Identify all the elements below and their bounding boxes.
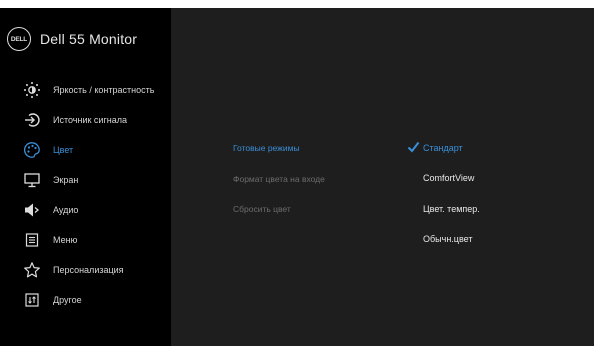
sidebar-item-label: Цвет bbox=[53, 145, 74, 155]
osd-header: DELL Dell 55 Monitor bbox=[7, 25, 137, 53]
submenu-item-input-color-format[interactable]: Формат цвета на входе bbox=[233, 174, 325, 184]
brightness-icon bbox=[23, 81, 41, 99]
submenu-item-reset-color[interactable]: Сбросить цвет bbox=[233, 204, 291, 214]
sidebar-item-label: Меню bbox=[53, 235, 78, 245]
sidebar-item-brightness[interactable]: Яркость / контрастность bbox=[0, 75, 171, 105]
sidebar-item-label: Другое bbox=[53, 295, 82, 305]
sidebar-item-color[interactable]: Цвет bbox=[0, 135, 171, 165]
sidebar-item-label: Персонализация bbox=[53, 265, 124, 275]
speaker-icon bbox=[23, 201, 41, 219]
option-color-temp[interactable]: Цвет. темпер. bbox=[423, 204, 480, 214]
sidebar-item-label: Источник сигнала bbox=[53, 115, 127, 125]
option-comfortview[interactable]: ComfortView bbox=[423, 173, 474, 183]
sidebar-item-label: Экран bbox=[53, 175, 79, 185]
sidebar-item-input-source[interactable]: Источник сигнала bbox=[0, 105, 171, 135]
option-standard[interactable]: Стандарт bbox=[423, 143, 463, 153]
input-source-icon bbox=[23, 111, 41, 129]
other-icon bbox=[23, 291, 41, 309]
sidebar-item-label: Аудио bbox=[53, 205, 79, 215]
option-custom-color[interactable]: Обычн.цвет bbox=[423, 234, 472, 244]
star-icon bbox=[23, 261, 41, 279]
sidebar-item-display[interactable]: Экран bbox=[0, 165, 171, 195]
sidebar-item-personalize[interactable]: Персонализация bbox=[0, 255, 171, 285]
submenu-item-preset-modes[interactable]: Готовые режимы bbox=[233, 143, 300, 153]
dell-logo: DELL bbox=[7, 27, 31, 51]
sidebar-item-others[interactable]: Другое bbox=[0, 285, 171, 315]
sidebar-item-audio[interactable]: Аудио bbox=[0, 195, 171, 225]
sidebar-item-menu[interactable]: Меню bbox=[0, 225, 171, 255]
sidebar-item-label: Яркость / контрастность bbox=[53, 85, 155, 95]
display-icon bbox=[23, 171, 41, 189]
palette-icon bbox=[23, 141, 41, 159]
sidebar: DELL Dell 55 Monitor Яркость / контрастн… bbox=[0, 8, 171, 346]
osd-window: DELL Dell 55 Monitor Яркость / контрастн… bbox=[0, 8, 594, 346]
checkmark-icon bbox=[407, 141, 420, 153]
menu-icon bbox=[23, 231, 41, 249]
monitor-title: Dell 55 Monitor bbox=[40, 31, 138, 47]
